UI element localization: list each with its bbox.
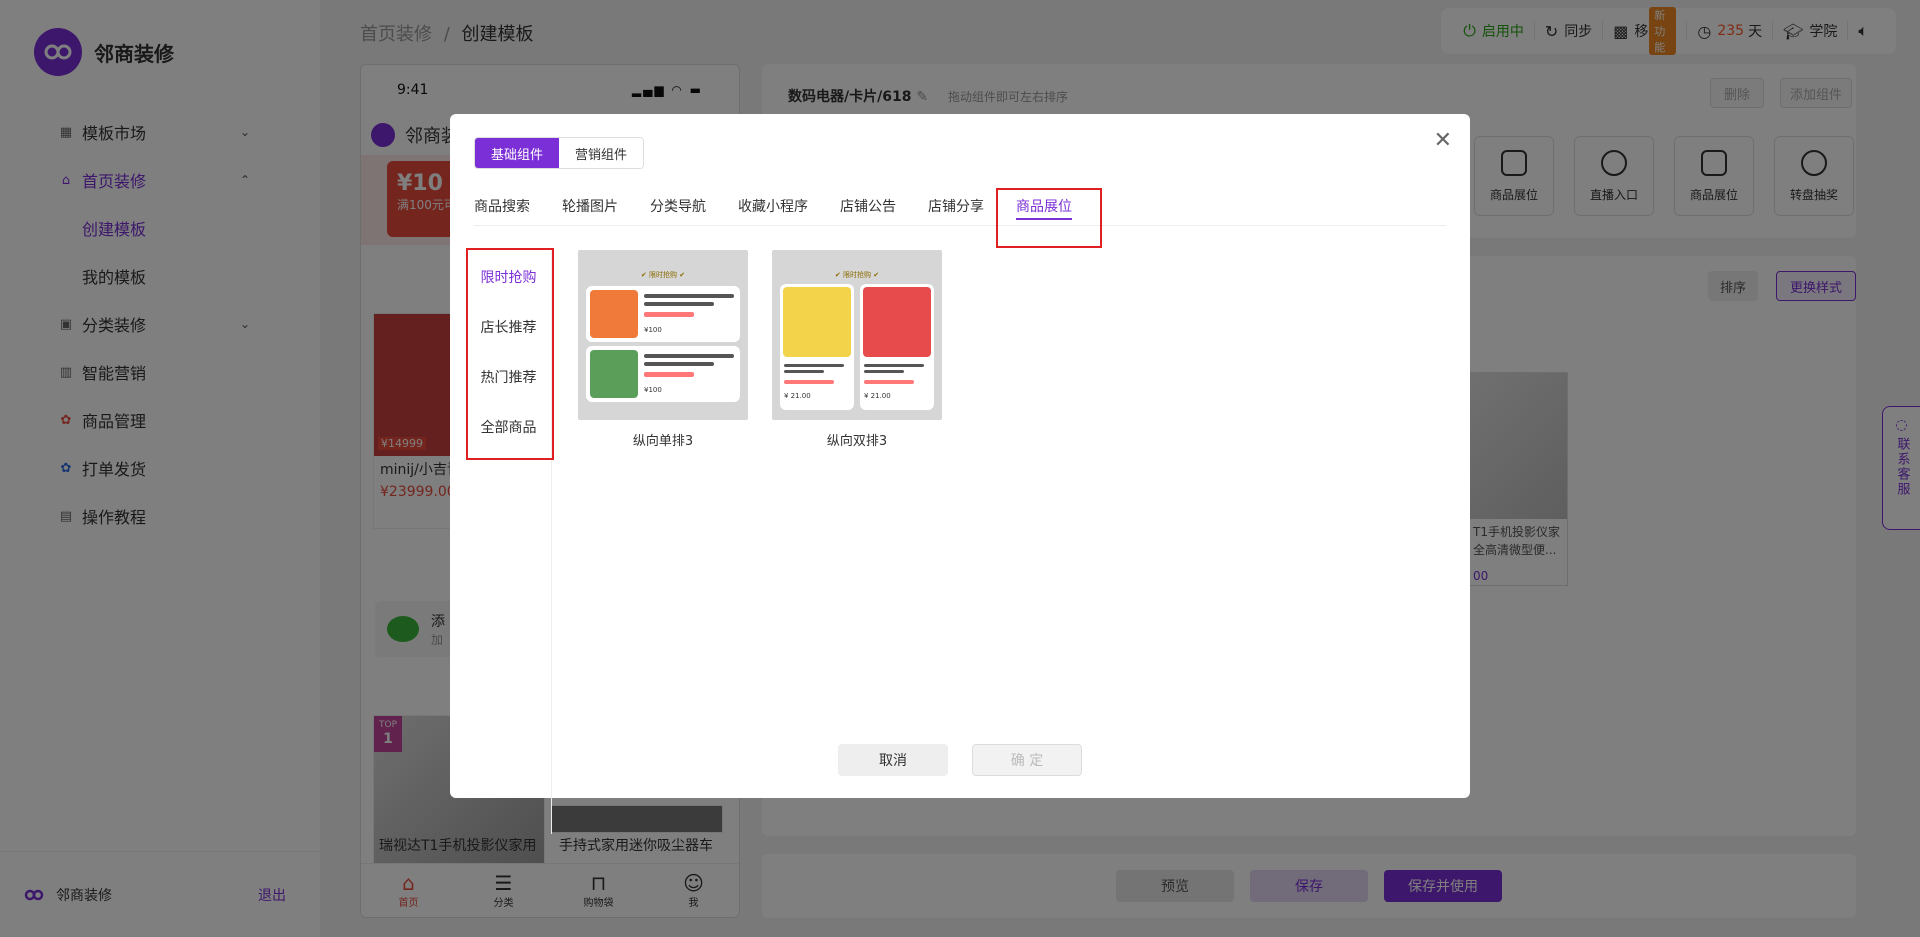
add-component-dialog: ✕ 基础组件 营销组件 商品搜索 轮播图片 分类导航 收藏小程序 店铺公告 店铺… (450, 114, 1470, 834)
tab-favorite-miniapp[interactable]: 收藏小程序 (738, 186, 808, 226)
tab-category-nav[interactable]: 分类导航 (650, 186, 706, 226)
thumbnail-image (783, 287, 851, 357)
thumbnail-countdown (644, 312, 694, 317)
template-name: 纵向单排3 (632, 434, 694, 449)
thumbnail-price: ¥ 21.00 (864, 392, 891, 400)
thumbnail-header: ✔ 限时抢购 ✔ (640, 271, 686, 279)
thumbnail-header: ✔ 限时抢购 ✔ (834, 271, 880, 279)
tab-marketing-components[interactable]: 营销组件 (559, 138, 644, 168)
template-thumbnail: ✔ 限时抢购 ✔ ¥ 21.00 ¥ 21.00 (772, 250, 942, 420)
confirm-button[interactable]: 确 定 (972, 744, 1082, 776)
thumbnail-text-line (864, 370, 904, 373)
cancel-button[interactable]: 取消 (838, 744, 948, 776)
component-tabs: 商品搜索 轮播图片 分类导航 收藏小程序 店铺公告 店铺分享 商品展位 (474, 186, 1446, 226)
tab-shop-share[interactable]: 店铺分享 (928, 186, 984, 226)
tab-shop-notice[interactable]: 店铺公告 (840, 186, 896, 226)
thumbnail-card: ¥ 21.00 (860, 284, 934, 410)
template-option[interactable]: ✔ 限时抢购 ✔ ¥100 ¥100 纵向单排3 (578, 250, 748, 450)
thumbnail-text-line (644, 362, 714, 366)
thumbnail-price: ¥100 (644, 326, 662, 334)
thumbnail-text-line (864, 364, 924, 367)
thumbnail-countdown (784, 380, 834, 384)
tab-carousel[interactable]: 轮播图片 (562, 186, 618, 226)
thumbnail-image (863, 287, 931, 357)
thumbnail-countdown (644, 372, 694, 377)
thumbnail-text-line (784, 364, 844, 367)
template-thumbnail: ✔ 限时抢购 ✔ ¥100 ¥100 (578, 250, 748, 420)
dialog-actions: 取消 确 定 (450, 744, 1470, 776)
thumbnail-card: ¥100 (586, 346, 740, 402)
thumbnail-text-line (644, 294, 734, 298)
template-name: 纵向双排3 (826, 434, 888, 449)
thumbnail-countdown (864, 380, 914, 384)
highlight-box (996, 188, 1102, 248)
template-option[interactable]: ✔ 限时抢购 ✔ ¥ 21.00 ¥ 21.00 纵向双排3 (772, 250, 942, 450)
component-type-switch: 基础组件 营销组件 (474, 137, 645, 169)
thumbnail-text-line (784, 370, 824, 373)
thumbnail-image (590, 350, 638, 398)
thumbnail-card: ¥ 21.00 (780, 284, 854, 410)
thumbnail-image (590, 290, 638, 338)
tab-basic-components[interactable]: 基础组件 (475, 138, 560, 168)
thumbnail-text-line (644, 354, 734, 358)
thumbnail-price: ¥ 21.00 (784, 392, 811, 400)
tab-product-search[interactable]: 商品搜索 (474, 186, 530, 226)
thumbnail-price: ¥100 (644, 386, 662, 394)
close-icon[interactable]: ✕ (1434, 128, 1452, 153)
thumbnail-text-line (644, 302, 714, 306)
highlight-box (466, 248, 554, 460)
thumbnail-card: ¥100 (586, 286, 740, 342)
